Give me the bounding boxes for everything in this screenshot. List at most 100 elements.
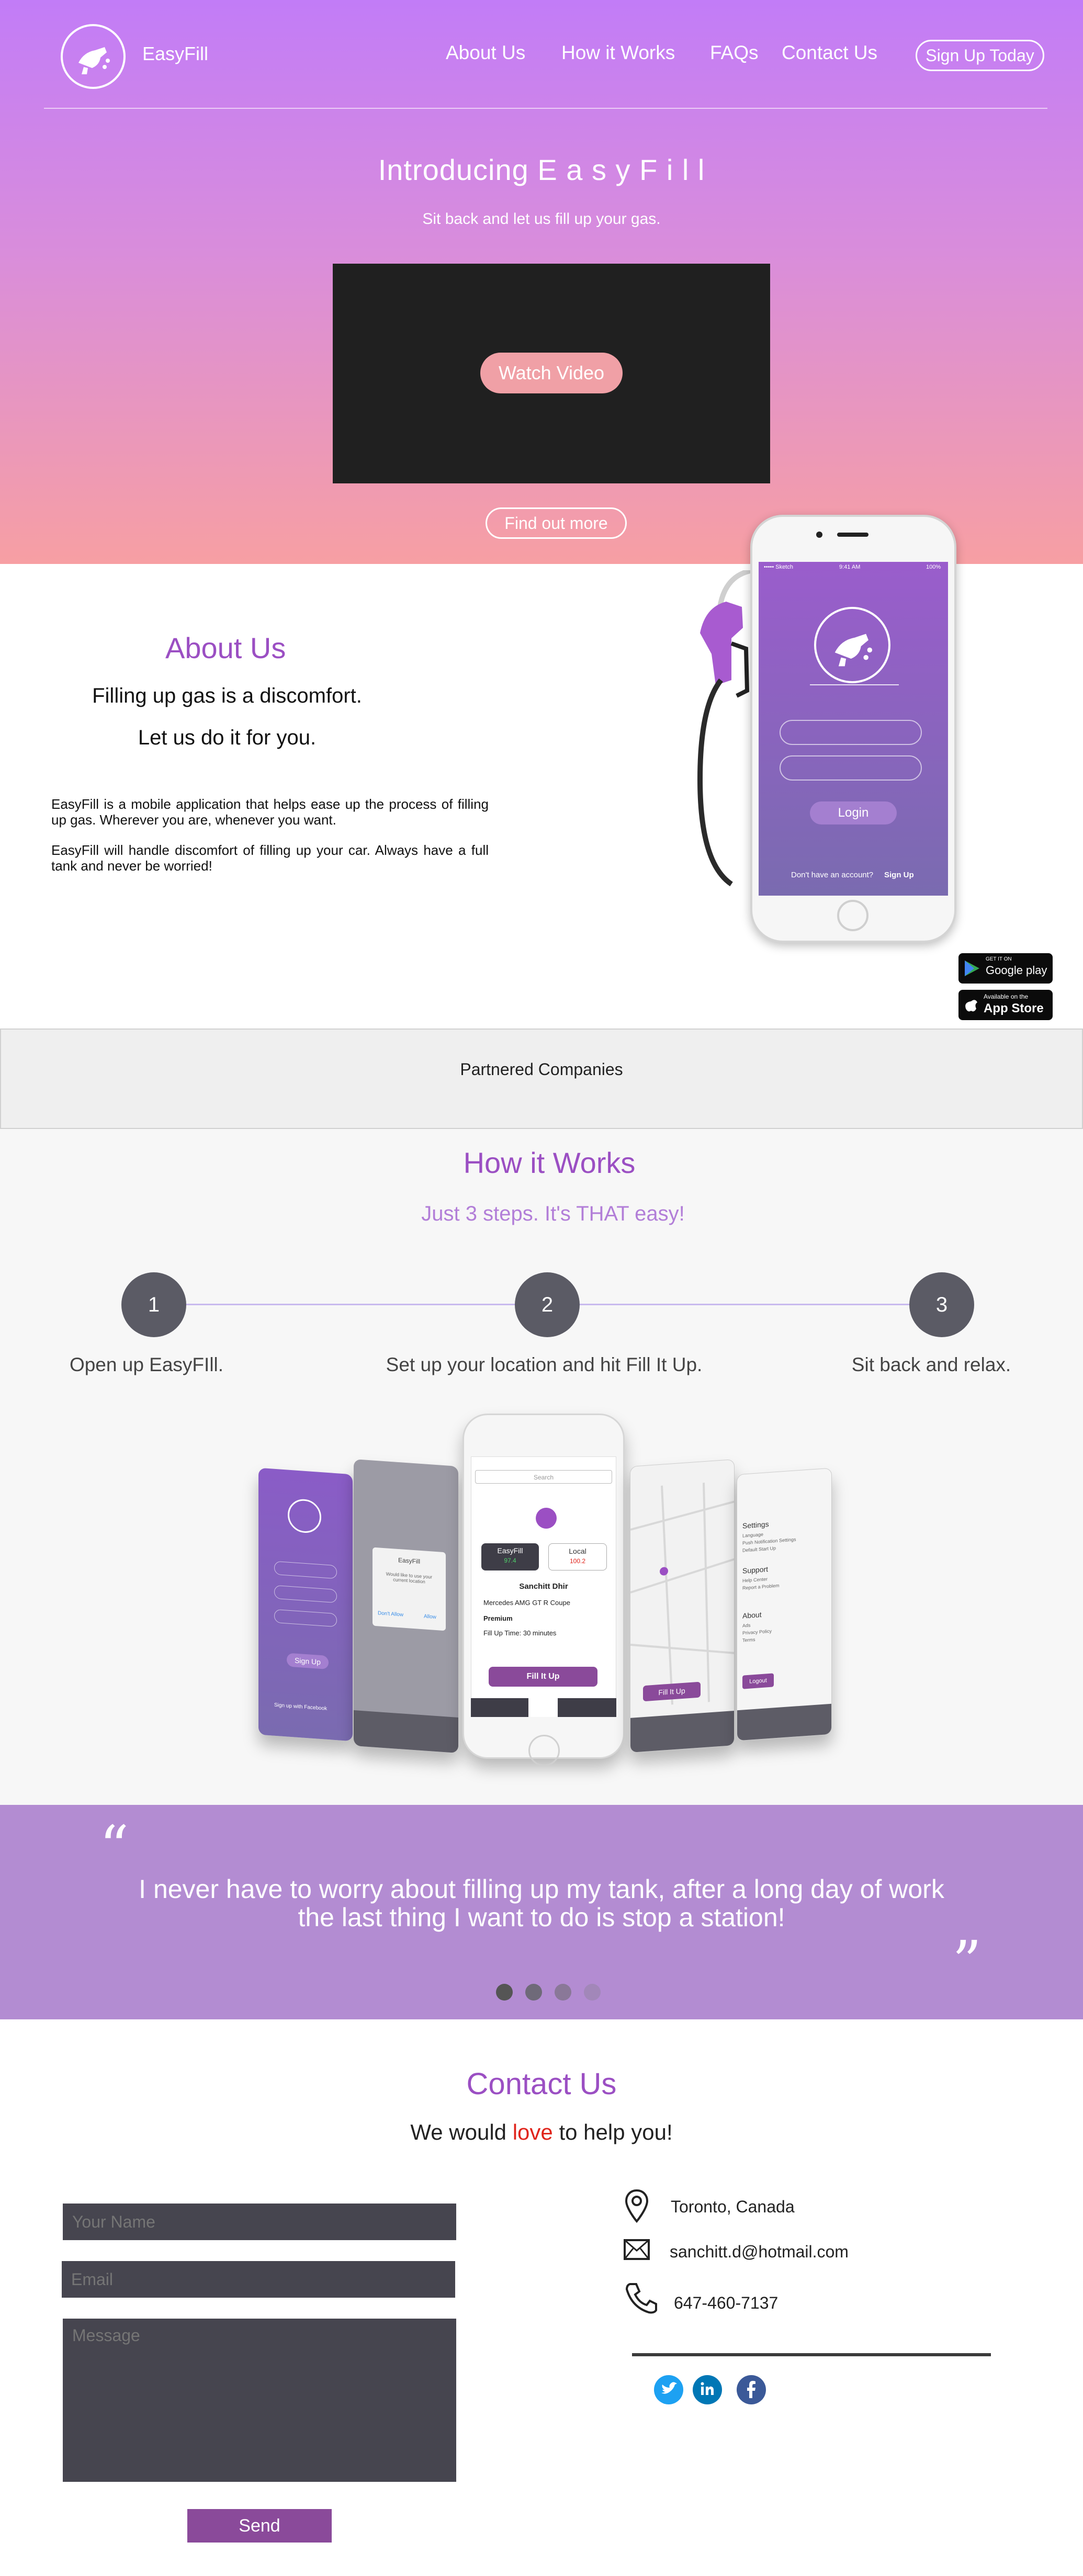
contact-title: Contact Us — [466, 2067, 617, 2101]
mock-logo — [288, 1498, 321, 1534]
fuel-nozzle-icon — [834, 634, 873, 666]
linkedin-icon[interactable] — [693, 2375, 722, 2404]
carousel-dot-1[interactable] — [496, 1984, 513, 2001]
contact-divider — [632, 2353, 991, 2356]
carousel-dot-3[interactable] — [555, 1984, 571, 2001]
nav-contact[interactable]: Contact Us — [782, 42, 877, 64]
contact-sub-love: love — [512, 2120, 553, 2144]
app-store-text: App Store — [984, 1001, 1044, 1015]
about-title: About Us — [165, 631, 286, 664]
mock-field-3 — [274, 1609, 337, 1628]
testimonial-text: I never have to worry about filling up m… — [139, 1874, 944, 1932]
step-2-circle: 2 — [515, 1272, 580, 1337]
nav-how-it-works[interactable]: How it Works — [561, 42, 675, 64]
mock-dialog-deny: Don't Allow — [378, 1610, 404, 1618]
mock-dialog-text: Would like to use your current location — [386, 1571, 433, 1585]
mock-logout-button: Logout — [742, 1673, 774, 1689]
mock-about-item-3: Terms — [742, 1636, 755, 1643]
about-paragraph-1: EasyFill is a mobile application that he… — [51, 796, 489, 828]
mock-dialog: EasyFill Would like to use your current … — [373, 1547, 446, 1631]
mock-field-2 — [274, 1585, 337, 1603]
how-subtitle: Just 3 steps. It's THAT easy! — [421, 1202, 685, 1225]
status-carrier: ••••• Sketch — [764, 564, 793, 570]
find-out-more-button[interactable]: Find out more — [486, 507, 627, 539]
mock-about-title: About — [742, 1610, 762, 1620]
facebook-icon[interactable] — [737, 2375, 766, 2404]
carousel-dot-2[interactable] — [525, 1984, 542, 2001]
brand-name[interactable]: EasyFill — [142, 43, 208, 65]
partners-label: Partnered Companies — [460, 1060, 623, 1079]
how-title: How it Works — [463, 1146, 636, 1179]
message-input[interactable] — [63, 2319, 456, 2482]
send-button[interactable]: Send — [187, 2509, 332, 2543]
mock-easyfill-label: EasyFill — [497, 1546, 523, 1555]
status-battery: 100% — [926, 564, 941, 570]
contact-email[interactable]: sanchitt.d@hotmail.com — [670, 2242, 849, 2262]
step-3-text: Sit back and relax. — [851, 1354, 1011, 1375]
mock-active-tab — [528, 1698, 558, 1717]
carousel-dot-4[interactable] — [584, 1984, 601, 2001]
app-logo — [814, 607, 890, 683]
mock-local-price: 100.2 — [569, 1557, 586, 1565]
logo-underline — [810, 684, 899, 685]
mock-facebook-text: Sign up with Facebook — [274, 1702, 328, 1712]
status-time: 9:41 AM — [839, 564, 861, 570]
signup-button[interactable]: Sign Up Today — [916, 40, 1044, 71]
step-1-text: Open up EasyFIll. — [69, 1354, 224, 1375]
contact-email-text: sanchitt.d@hotmail.com — [670, 2242, 849, 2261]
app-store-small: Available on the — [984, 993, 1029, 1000]
hero-subtitle: Sit back and let us fill up your gas. — [422, 210, 661, 228]
logo[interactable] — [61, 24, 126, 89]
contact-location: Toronto, Canada — [671, 2197, 795, 2216]
mock-map-tab-bar — [630, 1710, 735, 1753]
mock-local-label: Local — [569, 1547, 586, 1555]
signup-screen-mock: Sign Up Sign up with Facebook — [258, 1467, 353, 1742]
hero-divider — [44, 108, 1047, 109]
contact-sub-before: We would — [410, 2120, 513, 2144]
phone-home-button[interactable] — [837, 900, 868, 931]
phone-icon — [625, 2283, 657, 2314]
mock-settings-title: Settings — [742, 1520, 769, 1530]
mock-about-item-1: Ads — [742, 1622, 751, 1629]
facebook-glyph — [747, 2381, 755, 2398]
mock-local-tab: Local 100.2 — [548, 1543, 607, 1571]
contact-subtitle: We would love to help you! — [0, 2120, 1083, 2145]
google-badge-small: GET IT ON — [986, 956, 1012, 962]
mock-field-1 — [274, 1561, 337, 1579]
mock-center-logo — [536, 1508, 557, 1529]
about-line-2: Let us do it for you. — [138, 726, 317, 749]
contact-phone: 647-460-7137 — [674, 2293, 779, 2312]
mock-driver-name: Sanchitt Dhir — [519, 1582, 568, 1591]
quote-close-mark: ” — [952, 1928, 982, 1995]
name-input[interactable] — [63, 2204, 456, 2240]
mock-support-title: Support — [742, 1565, 769, 1575]
mock-support-item-1: Help Center — [742, 1576, 768, 1584]
email-input[interactable] — [62, 2261, 455, 2298]
step-1-circle: 1 — [121, 1272, 186, 1337]
app-store-badge[interactable]: Available on the App Store — [958, 990, 1053, 1020]
mock-dialog-title: EasyFill — [398, 1556, 420, 1565]
login-password-field[interactable] — [780, 755, 922, 781]
phone-signup-link[interactable]: Sign Up — [884, 871, 914, 879]
mock-about-item-2: Privacy Policy — [742, 1628, 772, 1636]
location-dialog-mock: EasyFill Would like to use your current … — [354, 1459, 458, 1753]
phone-speaker — [837, 533, 868, 537]
nav-faqs[interactable]: FAQs — [710, 42, 759, 64]
mock-tab-bar — [354, 1710, 458, 1753]
google-play-icon — [965, 961, 979, 976]
twitter-icon[interactable] — [654, 2375, 683, 2404]
mock-dialog-allow: Allow — [424, 1613, 436, 1621]
envelope-icon — [624, 2239, 650, 2260]
quote-open-mark: “ — [99, 1813, 129, 1880]
watch-video-button[interactable]: Watch Video — [480, 353, 623, 393]
login-username-field[interactable] — [780, 720, 922, 745]
mock-settings-item-3: Default Start Up — [742, 1545, 776, 1553]
step-3-circle: 3 — [909, 1272, 974, 1337]
location-pin-icon — [625, 2189, 649, 2223]
mock-easyfill-tab: EasyFill 97.4 — [481, 1543, 539, 1571]
nav-about[interactable]: About Us — [446, 42, 525, 64]
google-play-badge[interactable]: GET IT ON Google play — [958, 953, 1053, 984]
mock-settings-item-1: Language — [742, 1531, 764, 1539]
login-button[interactable]: Login — [810, 801, 897, 824]
google-badge-text: Google play — [986, 964, 1047, 977]
